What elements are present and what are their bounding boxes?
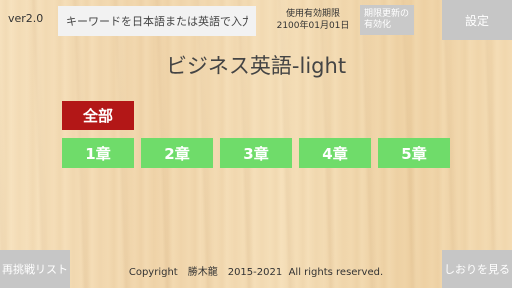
renew-label-line1: 期限更新の <box>364 9 410 19</box>
expiry-info: 使用有効期限 2100年01月01日 <box>270 8 356 32</box>
settings-button[interactable]: 設定 <box>442 0 512 40</box>
all-chapters-button[interactable]: 全部 <box>62 101 134 130</box>
chapter-label: 3章 <box>243 144 269 163</box>
chapter-4-button[interactable]: 4章 <box>299 138 371 168</box>
expiry-date: 2100年01月01日 <box>276 21 350 31</box>
chapter-label: 1章 <box>85 144 111 163</box>
chapter-label: 4章 <box>322 144 348 163</box>
renew-label-line2: 有効化 <box>364 20 392 30</box>
chapter-2-button[interactable]: 2章 <box>141 138 213 168</box>
renew-expiry-button[interactable]: 期限更新の 有効化 <box>360 5 414 35</box>
view-bookmark-button[interactable]: しおりを見る <box>442 250 512 288</box>
bookmark-label: しおりを見る <box>444 263 510 276</box>
chapter-5-button[interactable]: 5章 <box>378 138 450 168</box>
search-input[interactable] <box>58 6 256 36</box>
all-label: 全部 <box>82 107 113 125</box>
version-label: ver2.0 <box>8 12 44 25</box>
copyright-text: Copyright 勝木龍 2015-2021 All rights reser… <box>128 267 384 278</box>
chapter-label: 5章 <box>401 144 427 163</box>
chapter-button-row: 1章 2章 3章 4章 5章 <box>62 138 450 168</box>
chapter-1-button[interactable]: 1章 <box>62 138 134 168</box>
chapter-label: 2章 <box>164 144 190 163</box>
expiry-label: 使用有効期限 <box>285 9 340 19</box>
page-title: ビジネス英語-light <box>165 54 347 78</box>
settings-label: 設定 <box>464 13 489 28</box>
chapter-3-button[interactable]: 3章 <box>220 138 292 168</box>
